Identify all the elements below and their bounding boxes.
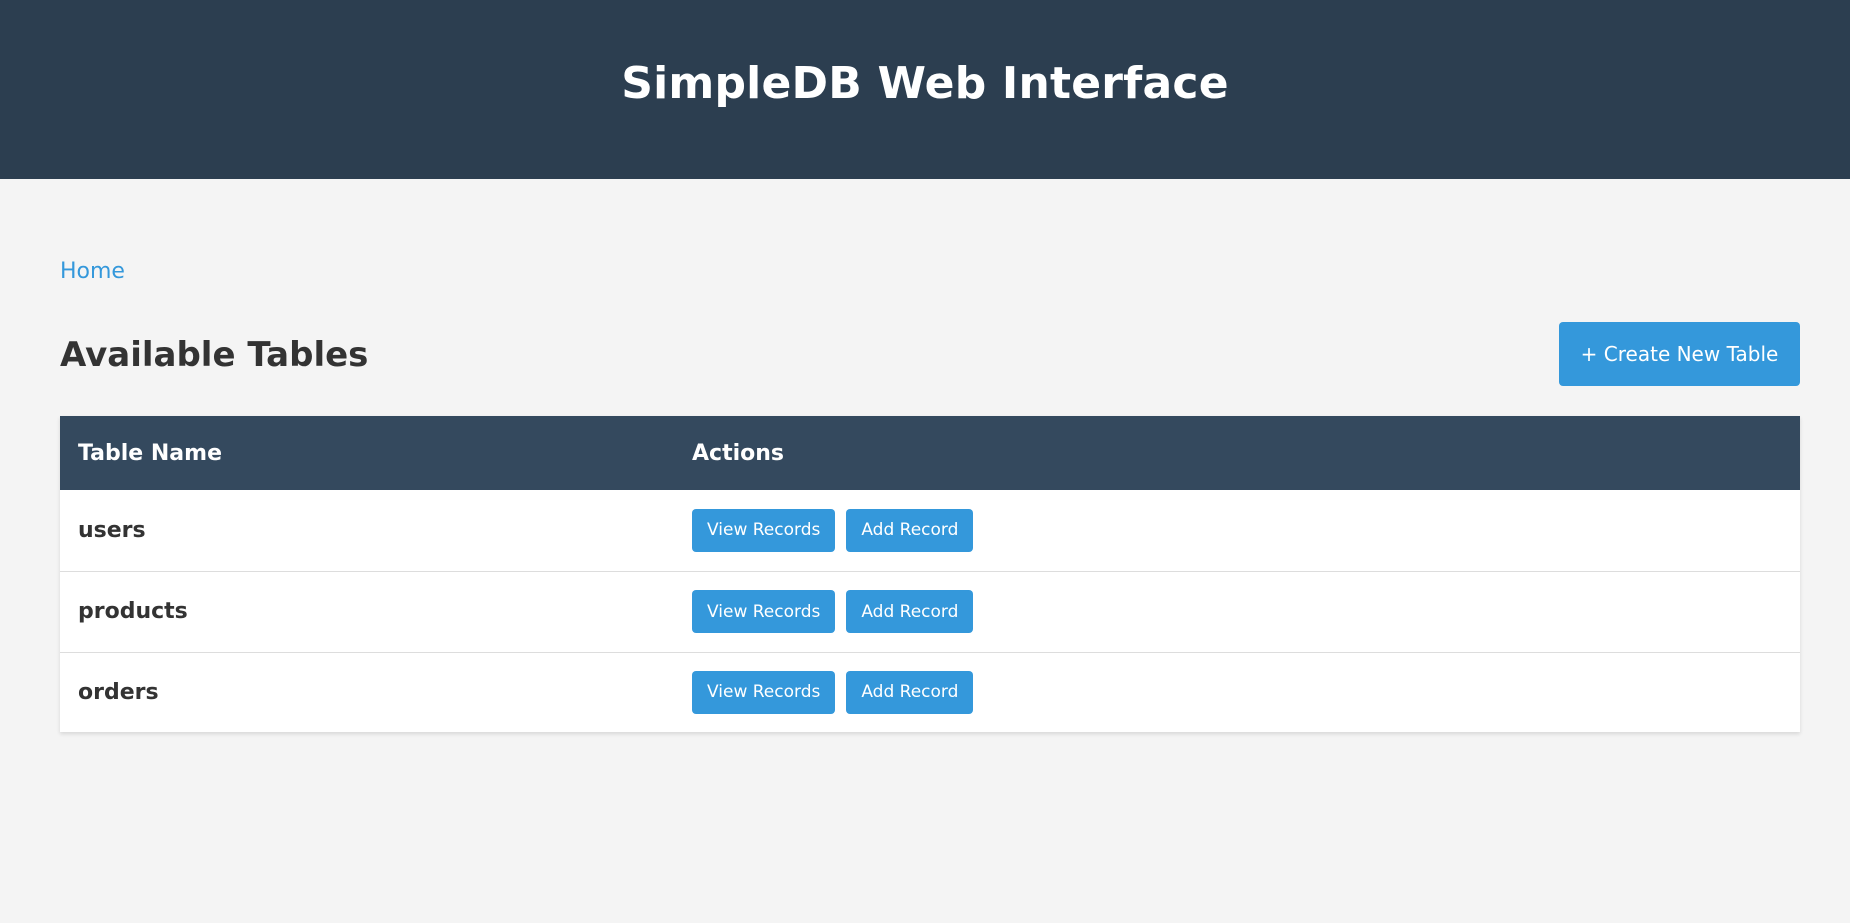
breadcrumb-home-link[interactable]: Home bbox=[60, 259, 125, 284]
actions-cell: View Records Add Record bbox=[674, 571, 1800, 652]
view-records-button[interactable]: View Records bbox=[692, 508, 836, 552]
table-name-cell: users bbox=[78, 517, 146, 543]
table-row: users View Records Add Record bbox=[60, 490, 1800, 571]
table-row: products View Records Add Record bbox=[60, 571, 1800, 652]
add-record-button[interactable]: Add Record bbox=[846, 508, 974, 552]
view-records-button[interactable]: View Records bbox=[692, 590, 836, 633]
add-record-button[interactable]: Add Record bbox=[846, 590, 974, 633]
page-title: Available Tables bbox=[60, 335, 369, 375]
tables-table-container: Table Name Actions users View Records Ad… bbox=[60, 416, 1800, 732]
view-records-button[interactable]: View Records bbox=[692, 670, 836, 714]
app-title: SimpleDB Web Interface bbox=[621, 58, 1229, 109]
create-new-table-button[interactable]: + Create New Table bbox=[1559, 322, 1800, 386]
section-header: Available Tables + Create New Table bbox=[60, 322, 1800, 387]
table-body: users View Records Add Record products V… bbox=[60, 490, 1800, 732]
table-header-row: Table Name Actions bbox=[60, 416, 1800, 490]
app-header: SimpleDB Web Interface bbox=[0, 0, 1850, 179]
table-header: Table Name Actions bbox=[60, 416, 1800, 490]
tables-table: Table Name Actions users View Records Ad… bbox=[60, 416, 1800, 732]
table-name-cell: products bbox=[78, 599, 188, 624]
table-name-cell: orders bbox=[78, 679, 159, 705]
actions-cell: View Records Add Record bbox=[674, 652, 1800, 732]
table-row: orders View Records Add Record bbox=[60, 652, 1800, 732]
column-header-actions: Actions bbox=[692, 440, 784, 466]
add-record-button[interactable]: Add Record bbox=[846, 670, 974, 714]
column-header-table-name: Table Name bbox=[78, 440, 222, 466]
actions-cell: View Records Add Record bbox=[674, 490, 1800, 571]
